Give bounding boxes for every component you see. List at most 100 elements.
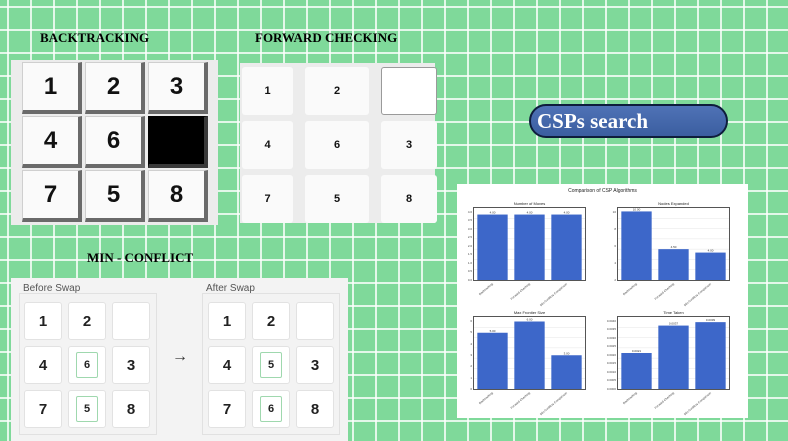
min-conflict-panel: Before Swap After Swap 1 2 4 6 3 7 5 8 →…: [11, 278, 348, 441]
puzzle-tile[interactable]: 1: [22, 62, 82, 114]
bar-value-label: 0.0039: [706, 318, 716, 322]
x-tick-label: Forward Checking: [509, 282, 532, 301]
backtracking-heading: BACKTRACKING: [40, 30, 150, 45]
blank-tile[interactable]: [296, 302, 334, 340]
bar: [658, 325, 689, 389]
subplot: Max Frontier Size 5.00 6.00 3.00 0 1 2 3 4 5 6 Back…: [470, 310, 586, 417]
bar-value-label: 4.00: [564, 211, 570, 215]
swapped-tile[interactable]: 5: [68, 390, 106, 428]
backtracking-panel: 1 2 3 4 6 7 5 8: [11, 60, 218, 225]
y-tick-label: 4: [470, 341, 472, 346]
y-tick-label: 0.0035: [606, 327, 616, 332]
bar-value-label: 10.00: [633, 208, 641, 211]
x-tick-label: Min-Conflicts Comparison: [683, 282, 713, 308]
bar: [695, 322, 726, 389]
puzzle-tile[interactable]: 4: [242, 121, 293, 169]
puzzle-tile[interactable]: 8: [148, 170, 208, 222]
y-tick-label: 0: [470, 387, 472, 391]
y-tick-label: 0.0000: [606, 387, 616, 391]
puzzle-tile[interactable]: 1: [242, 67, 293, 115]
blank-tile[interactable]: [381, 67, 437, 115]
puzzle-tile[interactable]: 2: [252, 302, 290, 340]
puzzle-tile[interactable]: 7: [208, 390, 246, 428]
y-tick-label: 0.0015: [606, 361, 616, 366]
puzzle-tile[interactable]: 3: [112, 346, 150, 384]
y-tick-label: 1.5: [467, 252, 472, 257]
blank-tile[interactable]: [148, 116, 208, 168]
puzzle-tile[interactable]: 3: [148, 62, 208, 114]
bar-value-label: 4.00: [490, 211, 496, 215]
y-tick-label: 0.5: [467, 269, 472, 274]
swapped-tile-value: 6: [76, 352, 98, 378]
y-tick-label: 3: [470, 352, 472, 357]
bar-value-label: 4.50: [671, 245, 677, 249]
bar: [477, 214, 508, 280]
swapped-tile-value: 5: [76, 396, 98, 422]
puzzle-tile[interactable]: 1: [208, 302, 246, 340]
bar: [621, 353, 652, 389]
y-tick-label: 3.0: [467, 226, 472, 231]
y-tick-label: 0.0010: [606, 369, 616, 374]
bar-value-label: 5.00: [490, 329, 496, 333]
puzzle-tile[interactable]: 3: [381, 121, 437, 169]
puzzle-tile[interactable]: 7: [24, 390, 62, 428]
subplot-plot-area: 0.0021 0.0037 0.0039: [618, 318, 729, 389]
y-tick-label: 4: [614, 260, 616, 265]
puzzle-tile[interactable]: 1: [24, 302, 62, 340]
swapped-tile[interactable]: 6: [68, 346, 106, 384]
bar: [514, 214, 545, 280]
x-tick-label: Forward Checking: [653, 391, 676, 410]
x-tick-label: Backtracking: [622, 391, 639, 406]
subplot-title: Max Frontier Size: [513, 310, 546, 315]
x-tick-label: Backtracking: [478, 282, 495, 297]
x-tick-label: Min-Conflicts Comparison: [539, 282, 569, 308]
y-tick-label: 8: [614, 226, 616, 231]
y-tick-label: 0.0025: [606, 344, 616, 349]
x-tick-label: Min-Conflicts Comparison: [539, 391, 569, 417]
puzzle-tile[interactable]: 7: [22, 170, 82, 222]
puzzle-tile[interactable]: 5: [85, 170, 145, 222]
y-tick-label: 1.0: [467, 260, 472, 265]
y-tick-label: 6: [470, 318, 472, 323]
bar: [477, 332, 508, 389]
puzzle-tile[interactable]: 2: [68, 302, 106, 340]
csps-search-button[interactable]: CSPs search: [529, 104, 728, 138]
puzzle-tile[interactable]: 4: [208, 346, 246, 384]
puzzle-tile[interactable]: 2: [305, 67, 369, 115]
subplot-plot-area: 10.00 4.50 4.00: [618, 208, 729, 280]
swapped-tile[interactable]: 6: [252, 390, 290, 428]
puzzle-tile[interactable]: 5: [305, 175, 369, 223]
puzzle-tile[interactable]: 8: [296, 390, 334, 428]
blank-tile[interactable]: [112, 302, 150, 340]
y-tick-label: 2.0: [467, 243, 472, 248]
subplot-plot-area: 5.00 6.00 3.00: [474, 318, 585, 389]
backtracking-board: 1 2 3 4 6 7 5 8: [22, 62, 208, 222]
bar: [658, 249, 689, 280]
swapped-tile[interactable]: 5: [252, 346, 290, 384]
before-swap-board: 1 2 4 6 3 7 5 8: [24, 302, 150, 428]
right-arrow-icon: →: [172, 348, 188, 365]
puzzle-tile[interactable]: 2: [85, 62, 145, 114]
x-tick-label: Min-Conflicts Comparison: [683, 391, 713, 417]
puzzle-tile[interactable]: 8: [112, 390, 150, 428]
y-tick-label: 6: [614, 243, 616, 248]
y-tick-label: 5: [470, 330, 472, 335]
y-tick-label: 0.0030: [606, 335, 616, 340]
bar-value-label: 4.00: [708, 249, 714, 253]
comparison-chart: Comparison of CSP Algorithms Number of M…: [457, 184, 748, 418]
y-tick-label: 10: [612, 209, 616, 214]
puzzle-tile[interactable]: 7: [242, 175, 293, 223]
subplot-plot-area: 4.00 4.00 4.00: [474, 211, 585, 280]
swapped-tile-value: 5: [260, 352, 282, 378]
subplot: Time Taken 0.0021 0.0037 0.0039 0.0000 0.0005…: [607, 310, 730, 417]
bar-value-label: 4.00: [527, 211, 533, 215]
puzzle-tile[interactable]: 4: [24, 346, 62, 384]
forward-checking-board: 1 2 4 6 3 7 5 8: [242, 67, 437, 223]
bar-value-label: 0.0037: [669, 322, 679, 326]
puzzle-tile[interactable]: 3: [296, 346, 334, 384]
after-swap-board: 1 2 4 5 3 7 6 8: [208, 302, 334, 428]
puzzle-tile[interactable]: 8: [381, 175, 437, 223]
puzzle-tile[interactable]: 6: [305, 121, 369, 169]
puzzle-tile[interactable]: 6: [85, 116, 145, 168]
puzzle-tile[interactable]: 4: [22, 116, 82, 168]
